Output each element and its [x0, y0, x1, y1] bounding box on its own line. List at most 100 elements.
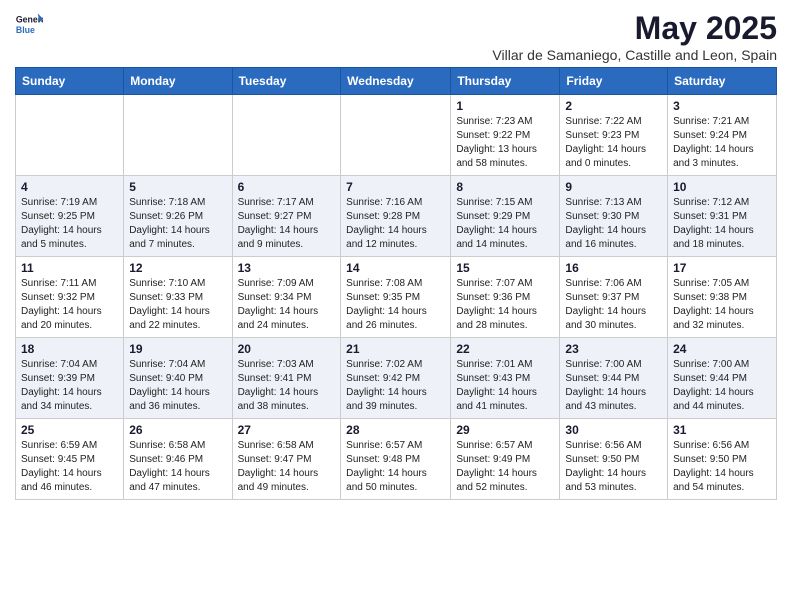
calendar-cell: 24Sunrise: 7:00 AM Sunset: 9:44 PM Dayli… [668, 338, 777, 419]
day-info: Sunrise: 6:56 AM Sunset: 9:50 PM Dayligh… [673, 439, 771, 495]
calendar-cell: 10 Sunrise: 7:12 AM Sunset: 9:31 PM Dayli… [668, 176, 777, 257]
day-info: Sunrise: 7:21 AM Sunset: 9:24 PM Dayligh… [673, 115, 771, 171]
calendar-cell: 23 Sunrise: 7:00 AM Sunset: 9:44 PM Dayli… [560, 338, 668, 419]
day-info: Sunrise: 7:08 AM Sunset: 9:35 PM Dayligh… [346, 277, 445, 333]
calendar-cell: 7 Sunrise: 7:16 AM Sunset: 9:28 PM Daylig… [341, 176, 451, 257]
title-block: May 2025 Villar de Samaniego, Castille a… [492, 10, 777, 63]
header: General Blue May 2025 Villar de Samanieg… [15, 10, 777, 63]
day-number: 19 [129, 342, 226, 356]
day-number: 31 [673, 423, 771, 437]
calendar-cell: 15Sunrise: 7:07 AM Sunset: 9:36 PM Dayli… [451, 257, 560, 338]
weekday-header-row: SundayMondayTuesdayWednesdayThursdayFrid… [16, 68, 777, 95]
logo: General Blue [15, 10, 43, 38]
day-number: 29 [456, 423, 554, 437]
day-info: Sunrise: 7:23 AM Sunset: 9:22 PM Dayligh… [456, 115, 554, 171]
day-number: 1 [456, 99, 554, 113]
day-info: Sunrise: 7:15 AM Sunset: 9:29 PM Dayligh… [456, 196, 554, 252]
calendar-cell: 9Sunrise: 7:13 AM Sunset: 9:30 PM Daylig… [560, 176, 668, 257]
day-number: 11 [21, 261, 118, 275]
day-number: 4 [21, 180, 118, 194]
day-number: 16 [565, 261, 662, 275]
calendar-cell: 30 Sunrise: 6:56 AM Sunset: 9:50 PM Dayli… [560, 419, 668, 500]
day-info: Sunrise: 6:57 AM Sunset: 9:48 PM Dayligh… [346, 439, 445, 495]
weekday-header-monday: Monday [124, 68, 232, 95]
week-row-2: 4 Sunrise: 7:19 AM Sunset: 9:25 PM Daylig… [16, 176, 777, 257]
week-row-1: 1 Sunrise: 7:23 AM Sunset: 9:22 PM Daylig… [16, 95, 777, 176]
day-info: Sunrise: 7:12 AM Sunset: 9:31 PM Dayligh… [673, 196, 771, 252]
weekday-header-tuesday: Tuesday [232, 68, 341, 95]
day-info: Sunrise: 7:03 AM Sunset: 9:41 PM Dayligh… [238, 358, 336, 414]
calendar-cell: 14 Sunrise: 7:08 AM Sunset: 9:35 PM Dayli… [341, 257, 451, 338]
calendar-cell: 6Sunrise: 7:17 AM Sunset: 9:27 PM Daylig… [232, 176, 341, 257]
weekday-header-friday: Friday [560, 68, 668, 95]
day-info: Sunrise: 7:05 AM Sunset: 9:38 PM Dayligh… [673, 277, 771, 333]
calendar-cell: 5 Sunrise: 7:18 AM Sunset: 9:26 PM Daylig… [124, 176, 232, 257]
calendar-cell: 26 Sunrise: 6:58 AM Sunset: 9:46 PM Dayli… [124, 419, 232, 500]
day-number: 9 [565, 180, 662, 194]
day-number: 2 [565, 99, 662, 113]
day-number: 13 [238, 261, 336, 275]
calendar-cell [341, 95, 451, 176]
week-row-5: 25Sunrise: 6:59 AM Sunset: 9:45 PM Dayli… [16, 419, 777, 500]
svg-text:Blue: Blue [16, 25, 35, 35]
calendar-cell: 25Sunrise: 6:59 AM Sunset: 9:45 PM Dayli… [16, 419, 124, 500]
day-number: 20 [238, 342, 336, 356]
subtitle: Villar de Samaniego, Castille and Leon, … [492, 47, 777, 63]
day-info: Sunrise: 7:09 AM Sunset: 9:34 PM Dayligh… [238, 277, 336, 333]
day-info: Sunrise: 6:58 AM Sunset: 9:46 PM Dayligh… [129, 439, 226, 495]
day-number: 10 [673, 180, 771, 194]
calendar-cell: 19 Sunrise: 7:04 AM Sunset: 9:40 PM Dayli… [124, 338, 232, 419]
calendar-cell: 2 Sunrise: 7:22 AM Sunset: 9:23 PM Daylig… [560, 95, 668, 176]
calendar-cell: 22Sunrise: 7:01 AM Sunset: 9:43 PM Dayli… [451, 338, 560, 419]
calendar-cell: 16 Sunrise: 7:06 AM Sunset: 9:37 PM Dayli… [560, 257, 668, 338]
day-number: 28 [346, 423, 445, 437]
day-number: 14 [346, 261, 445, 275]
day-info: Sunrise: 6:56 AM Sunset: 9:50 PM Dayligh… [565, 439, 662, 495]
calendar-cell: 31 Sunrise: 6:56 AM Sunset: 9:50 PM Dayli… [668, 419, 777, 500]
day-info: Sunrise: 7:06 AM Sunset: 9:37 PM Dayligh… [565, 277, 662, 333]
day-info: Sunrise: 7:02 AM Sunset: 9:42 PM Dayligh… [346, 358, 445, 414]
weekday-header-wednesday: Wednesday [341, 68, 451, 95]
day-info: Sunrise: 7:19 AM Sunset: 9:25 PM Dayligh… [21, 196, 118, 252]
logo-icon: General Blue [15, 10, 43, 38]
calendar-cell: 8Sunrise: 7:15 AM Sunset: 9:29 PM Daylig… [451, 176, 560, 257]
day-info: Sunrise: 6:57 AM Sunset: 9:49 PM Dayligh… [456, 439, 554, 495]
day-info: Sunrise: 7:16 AM Sunset: 9:28 PM Dayligh… [346, 196, 445, 252]
day-number: 21 [346, 342, 445, 356]
main-title: May 2025 [492, 10, 777, 47]
weekday-header-thursday: Thursday [451, 68, 560, 95]
calendar-cell: 17 Sunrise: 7:05 AM Sunset: 9:38 PM Dayli… [668, 257, 777, 338]
day-number: 5 [129, 180, 226, 194]
calendar-cell: 13 Sunrise: 7:09 AM Sunset: 9:34 PM Dayli… [232, 257, 341, 338]
day-number: 3 [673, 99, 771, 113]
day-number: 27 [238, 423, 336, 437]
day-info: Sunrise: 7:10 AM Sunset: 9:33 PM Dayligh… [129, 277, 226, 333]
day-number: 30 [565, 423, 662, 437]
day-info: Sunrise: 7:22 AM Sunset: 9:23 PM Dayligh… [565, 115, 662, 171]
day-number: 6 [238, 180, 336, 194]
calendar-cell [124, 95, 232, 176]
day-number: 25 [21, 423, 118, 437]
weekday-header-saturday: Saturday [668, 68, 777, 95]
calendar-cell: 27 Sunrise: 6:58 AM Sunset: 9:47 PM Dayli… [232, 419, 341, 500]
weekday-header-sunday: Sunday [16, 68, 124, 95]
week-row-4: 18Sunrise: 7:04 AM Sunset: 9:39 PM Dayli… [16, 338, 777, 419]
calendar-table: SundayMondayTuesdayWednesdayThursdayFrid… [15, 67, 777, 500]
day-info: Sunrise: 6:58 AM Sunset: 9:47 PM Dayligh… [238, 439, 336, 495]
day-number: 24 [673, 342, 771, 356]
day-number: 26 [129, 423, 226, 437]
day-number: 23 [565, 342, 662, 356]
day-info: Sunrise: 7:04 AM Sunset: 9:40 PM Dayligh… [129, 358, 226, 414]
day-number: 7 [346, 180, 445, 194]
calendar-cell [16, 95, 124, 176]
calendar-cell: 3 Sunrise: 7:21 AM Sunset: 9:24 PM Daylig… [668, 95, 777, 176]
day-number: 12 [129, 261, 226, 275]
day-info: Sunrise: 7:00 AM Sunset: 9:44 PM Dayligh… [565, 358, 662, 414]
day-info: Sunrise: 7:18 AM Sunset: 9:26 PM Dayligh… [129, 196, 226, 252]
day-number: 22 [456, 342, 554, 356]
calendar-cell: 4 Sunrise: 7:19 AM Sunset: 9:25 PM Daylig… [16, 176, 124, 257]
calendar-cell: 11Sunrise: 7:11 AM Sunset: 9:32 PM Dayli… [16, 257, 124, 338]
calendar-cell: 21 Sunrise: 7:02 AM Sunset: 9:42 PM Dayli… [341, 338, 451, 419]
day-number: 17 [673, 261, 771, 275]
calendar-cell: 20 Sunrise: 7:03 AM Sunset: 9:41 PM Dayli… [232, 338, 341, 419]
